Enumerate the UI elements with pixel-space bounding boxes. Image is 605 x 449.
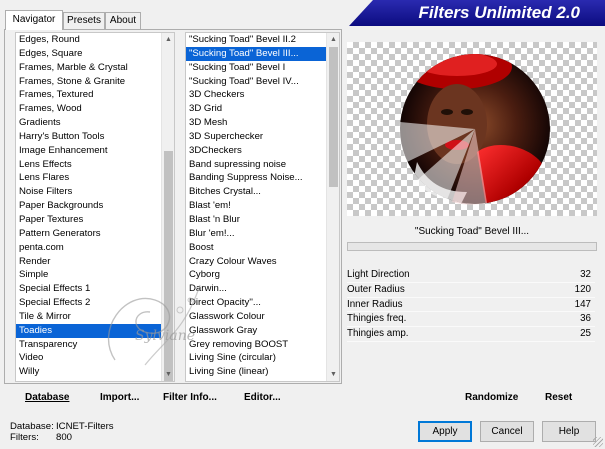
filter-item[interactable]: "Sucking Toad" Bevel IV... <box>186 75 339 89</box>
filter-item[interactable]: Boost <box>186 241 339 255</box>
param-label: Thingies amp. <box>347 328 409 340</box>
param-label: Thingies freq. <box>347 313 407 325</box>
param-label: Outer Radius <box>347 283 405 295</box>
category-item[interactable]: Render <box>16 255 174 269</box>
filter-item[interactable]: Blast 'em! <box>186 199 339 213</box>
filter-item[interactable]: Cyborg <box>186 268 339 282</box>
param-value[interactable]: 120 <box>575 283 591 298</box>
param-value[interactable]: 32 <box>580 268 591 283</box>
category-item[interactable]: Frames, Textured <box>16 88 174 102</box>
category-item[interactable]: penta.com <box>16 241 174 255</box>
filter-item[interactable]: Blur 'em!... <box>186 227 339 241</box>
param-value[interactable]: 25 <box>580 327 591 342</box>
category-item[interactable]: Frames, Marble & Crystal <box>16 61 174 75</box>
filter-item[interactable]: 3D Checkers <box>186 88 339 102</box>
filter-item[interactable]: 3D Grid <box>186 102 339 116</box>
app-title: Filters Unlimited 2.0 <box>418 3 580 22</box>
watermark-flourish: Sylviane <box>108 284 201 366</box>
preview-image <box>399 54 550 205</box>
filters-label: Filters: <box>10 432 39 443</box>
param-outer-radius[interactable]: Outer Radius 120 <box>347 283 595 298</box>
param-value[interactable]: 147 <box>575 298 591 313</box>
category-item[interactable]: Noise Filters <box>16 185 174 199</box>
param-thingies-freq[interactable]: Thingies freq. 36 <box>347 312 595 328</box>
param-thingies-amp[interactable]: Thingies amp. 25 <box>347 327 595 342</box>
database-value: ICNET-Filters <box>56 421 114 432</box>
param-label: Light Direction <box>347 269 410 280</box>
database-button[interactable]: Database <box>25 388 69 408</box>
filter-item[interactable]: 3D Mesh <box>186 116 339 130</box>
progress-bar <box>347 242 597 251</box>
banner-slant <box>349 0 373 26</box>
filter-item[interactable]: Grey removing BOOST <box>186 338 339 352</box>
filter-item[interactable]: Glasswork Gray <box>186 324 339 338</box>
param-label: Inner Radius <box>347 298 403 310</box>
filter-scroll-thumb[interactable] <box>329 47 338 187</box>
preview-pane <box>347 42 597 216</box>
param-inner-radius[interactable]: Inner Radius 147 <box>347 298 595 313</box>
import-button[interactable]: Import... <box>100 388 139 408</box>
filter-item[interactable]: Bitches Crystal... <box>186 185 339 199</box>
tab-about[interactable]: About <box>105 12 141 29</box>
param-light-direction[interactable]: Light Direction 32 <box>347 268 595 283</box>
reset-button[interactable]: Reset <box>545 388 572 408</box>
randomize-button[interactable]: Randomize <box>465 388 518 408</box>
tab-navigator[interactable]: Navigator <box>5 10 63 30</box>
filter-list[interactable]: "Sucking Toad" Bevel II.2 "Sucking Toad" … <box>185 32 340 382</box>
category-item[interactable]: Paper Textures <box>16 213 174 227</box>
filter-scrollbar[interactable]: ▲ ▼ <box>326 33 339 381</box>
params-toolbar: Randomize Reset <box>345 388 600 408</box>
category-item[interactable]: Lens Effects <box>16 158 174 172</box>
filter-item[interactable]: Crazy Colour Waves <box>186 255 339 269</box>
cancel-button[interactable]: Cancel <box>480 421 534 442</box>
category-item[interactable]: Paper Backgrounds <box>16 199 174 213</box>
scroll-up-icon[interactable]: ▲ <box>327 33 339 46</box>
filter-info-button[interactable]: Filter Info... <box>163 388 217 408</box>
apply-button[interactable]: Apply <box>418 421 472 442</box>
category-item[interactable]: Edges, Round <box>16 33 174 47</box>
category-item[interactable]: Frames, Wood <box>16 102 174 116</box>
editor-button[interactable]: Editor... <box>244 388 281 408</box>
filter-item[interactable]: Living Sine (linear) <box>186 365 339 379</box>
tab-presets[interactable]: Presets <box>63 12 105 29</box>
filter-item[interactable]: Glasswork Colour <box>186 310 339 324</box>
database-label: Database: <box>10 421 54 432</box>
database-info: Database: ICNET-Filters <box>10 421 114 432</box>
filter-item[interactable]: 3D Superchecker <box>186 130 339 144</box>
title-banner: Filters Unlimited 2.0 <box>349 0 605 26</box>
resize-grip[interactable] <box>593 437 603 447</box>
parameter-list: Light Direction 32 Outer Radius 120 Inne… <box>347 268 595 342</box>
param-value[interactable]: 36 <box>580 312 591 327</box>
navigator-toolbar: Database Import... Filter Info... Editor… <box>0 388 340 408</box>
filter-item[interactable]: Darwin... <box>186 282 339 296</box>
filter-item[interactable]: Blast 'n Blur <box>186 213 339 227</box>
filter-item[interactable]: "Sucking Toad" Bevel III... <box>186 46 339 61</box>
filter-item[interactable]: Band supressing noise <box>186 158 339 172</box>
category-item[interactable]: Image Enhancement <box>16 144 174 158</box>
filter-item[interactable]: "Sucking Toad" Bevel II.2 <box>186 33 339 47</box>
filters-count: 800 <box>56 432 73 443</box>
filter-item[interactable]: Banding Suppress Noise... <box>186 171 339 185</box>
filter-item[interactable]: Living Sine (circular) <box>186 351 339 365</box>
category-item[interactable]: Pattern Generators <box>16 227 174 241</box>
category-item[interactable]: Frames, Stone & Granite <box>16 75 174 89</box>
scroll-up-icon[interactable]: ▲ <box>162 33 174 46</box>
filters-info: Filters: 800 <box>10 432 72 443</box>
help-button[interactable]: Help <box>542 421 596 442</box>
filter-item[interactable]: 3DCheckers <box>186 144 339 158</box>
scroll-down-icon[interactable]: ▼ <box>327 368 339 381</box>
watermark-signature: Sylviane <box>135 328 195 344</box>
filter-item[interactable]: Direct Opacity''... <box>186 296 339 310</box>
category-item[interactable]: Harry's Button Tools <box>16 130 174 144</box>
current-filter-name: "Sucking Toad" Bevel III... <box>414 226 530 237</box>
filter-item[interactable]: "Sucking Toad" Bevel I <box>186 61 339 75</box>
category-item[interactable]: Gradients <box>16 116 174 130</box>
category-item[interactable]: Lens Flares <box>16 171 174 185</box>
category-item[interactable]: Edges, Square <box>16 47 174 61</box>
